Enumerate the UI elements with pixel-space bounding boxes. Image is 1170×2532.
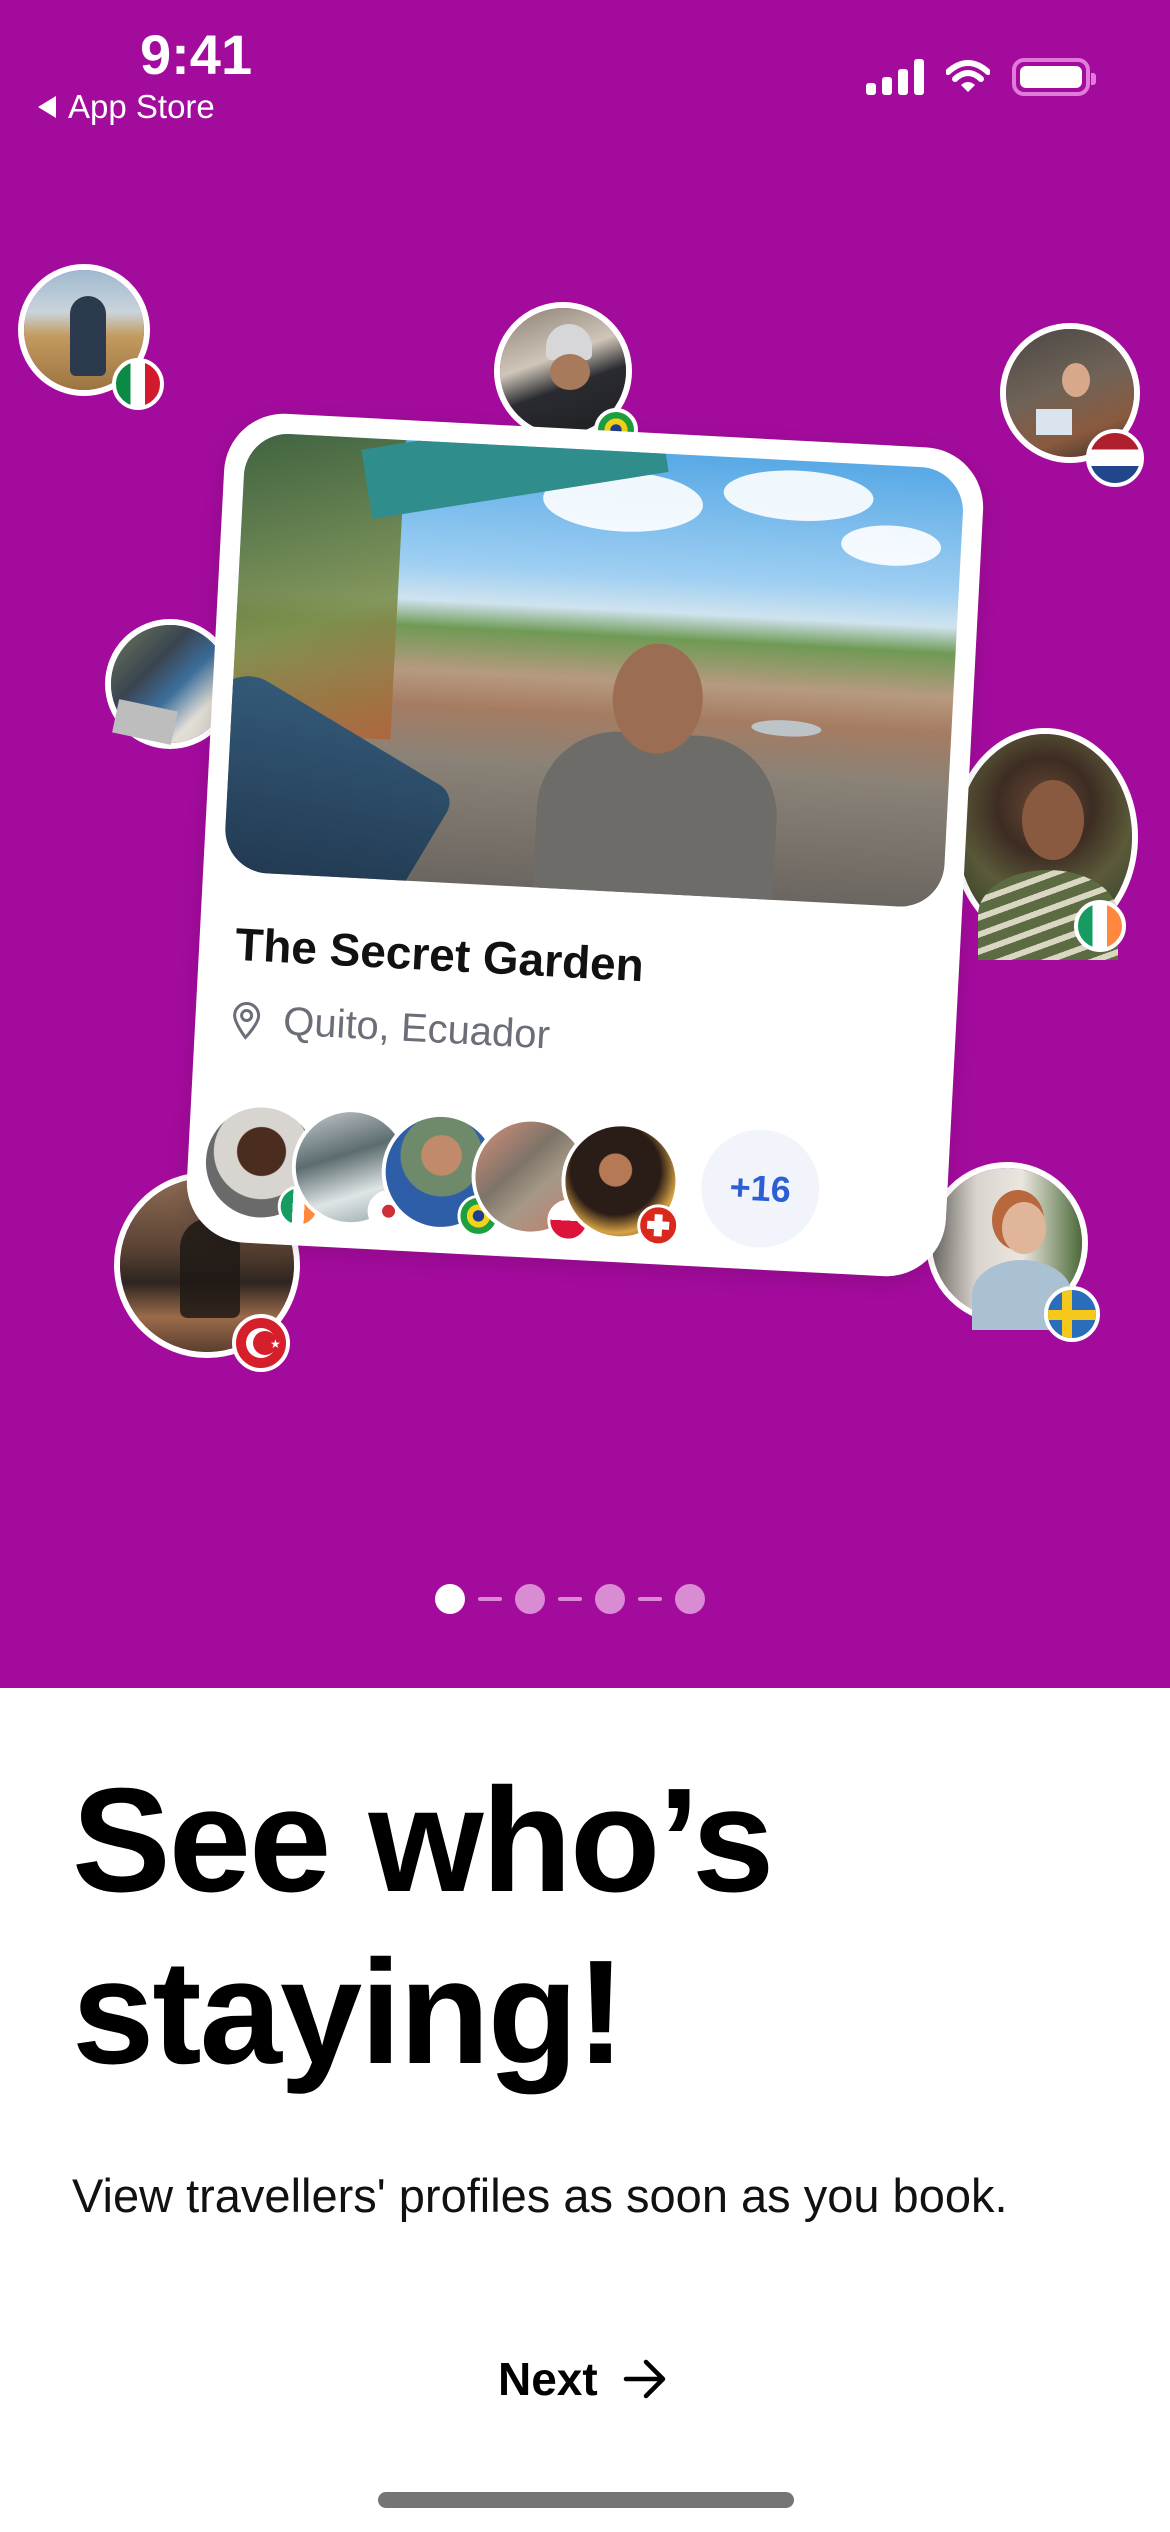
- headline-line-1: See who’s: [72, 1758, 774, 1923]
- flag-ireland-icon: [1074, 900, 1126, 952]
- cellular-signal-icon: [866, 59, 924, 95]
- flag-turkey-icon: ★: [232, 1314, 290, 1372]
- next-button[interactable]: Next: [498, 2352, 668, 2406]
- page-indicator: [435, 1584, 705, 1614]
- hero-illustration: 9:41 App Store ★ The Secret Garden Quito…: [0, 0, 1170, 1688]
- page-connector: [638, 1597, 662, 1601]
- onboarding-subtitle: View travellers' profiles as soon as you…: [72, 2169, 1008, 2222]
- page-dot-3[interactable]: [595, 1584, 625, 1614]
- flag-switzerland-icon: [636, 1203, 681, 1248]
- flag-mexico-icon: [112, 358, 164, 410]
- onboarding-headline: See who’s staying!: [72, 1755, 1072, 2099]
- arrow-right-icon: [623, 2359, 665, 2399]
- headline-line-2: staying!: [72, 1930, 625, 2095]
- back-to-app-store[interactable]: App Store: [38, 88, 215, 126]
- status-icons: [866, 58, 1096, 96]
- floating-avatar-mexico: [18, 264, 164, 410]
- property-card[interactable]: The Secret Garden Quito, Ecuador +16: [183, 410, 987, 1280]
- guest-avatars[interactable]: +16: [198, 1100, 823, 1251]
- property-title: The Secret Garden: [233, 917, 646, 992]
- wifi-icon: [946, 60, 990, 92]
- page-connector: [478, 1597, 502, 1601]
- floating-avatar-ireland: [952, 728, 1138, 960]
- floating-avatar-brazil: [494, 302, 638, 452]
- status-time: 9:41: [140, 23, 253, 86]
- back-triangle-icon: [38, 96, 56, 118]
- flag-netherlands-icon: [1086, 429, 1144, 487]
- page-connector: [558, 1597, 582, 1601]
- page-dot-4[interactable]: [675, 1584, 705, 1614]
- floating-avatar-sweden: [926, 1162, 1100, 1342]
- battery-icon: [1012, 58, 1096, 96]
- back-label: App Store: [68, 88, 215, 125]
- page-dot-1[interactable]: [435, 1584, 465, 1614]
- more-guests-badge[interactable]: +16: [698, 1126, 823, 1251]
- next-label: Next: [498, 2353, 598, 2405]
- property-location: Quito, Ecuador: [230, 997, 551, 1059]
- location-text: Quito, Ecuador: [282, 999, 551, 1058]
- home-indicator[interactable]: [378, 2492, 794, 2508]
- flag-sweden-icon: [1044, 1286, 1100, 1342]
- map-pin-icon: [233, 1001, 261, 1040]
- floating-avatar-netherlands: [1000, 323, 1144, 487]
- page-dot-2[interactable]: [515, 1584, 545, 1614]
- property-photo: [223, 431, 966, 909]
